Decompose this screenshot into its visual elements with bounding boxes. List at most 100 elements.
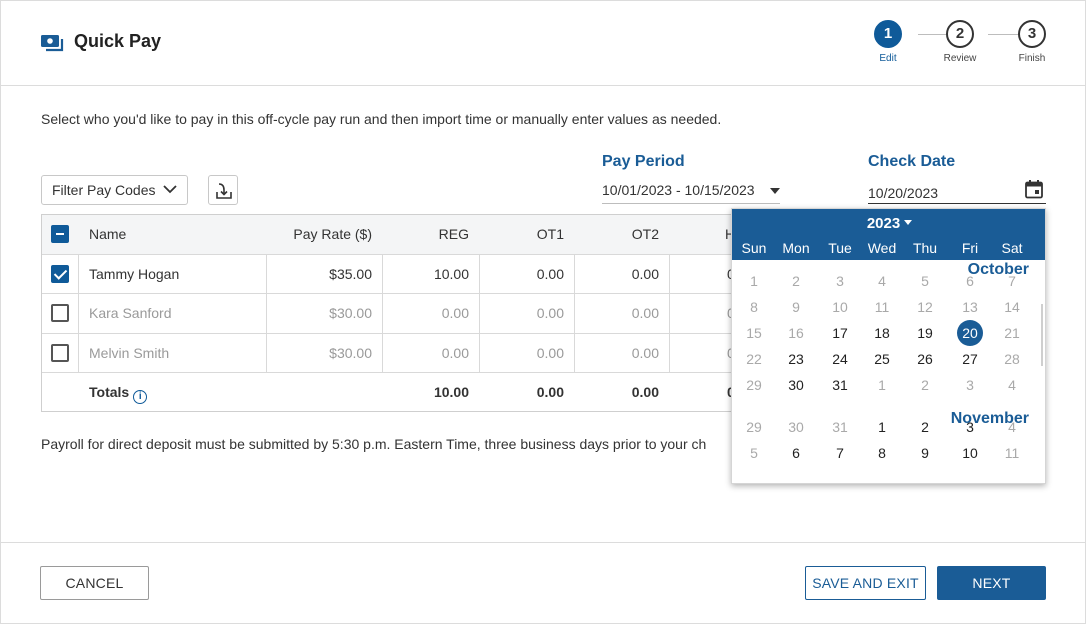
step-number: 3 xyxy=(1018,20,1046,48)
ot2-hours-input[interactable]: 0.00 xyxy=(574,294,669,333)
calendar-day[interactable]: 11 xyxy=(869,294,895,320)
pay-rate-cell: $35.00 xyxy=(329,265,372,282)
calendar-day[interactable]: 14 xyxy=(999,294,1025,320)
column-header-ot2[interactable]: OT2 xyxy=(574,215,669,254)
calendar-day[interactable]: 1 xyxy=(741,268,767,294)
step-finish: 3 Finish xyxy=(1002,20,1062,64)
weekday-label: Sat xyxy=(1001,240,1023,256)
progress-stepper: 1 Edit 2 Review 3 Finish xyxy=(870,20,1080,70)
calendar-scrollbar[interactable] xyxy=(1041,304,1043,366)
column-header-pay-rate[interactable]: Pay Rate ($) xyxy=(266,215,382,254)
pay-table: Name Pay Rate ($) REG OT1 OT2 H Tammy Ho… xyxy=(41,214,741,412)
calendar-day[interactable]: 3 xyxy=(957,372,983,398)
footer-divider xyxy=(0,542,1086,543)
calendar-day[interactable]: 5 xyxy=(912,268,938,294)
row-checkbox[interactable] xyxy=(51,264,69,283)
calendar-day[interactable]: 10 xyxy=(827,294,853,320)
calendar-day[interactable]: 4 xyxy=(999,414,1025,440)
calendar-day[interactable]: 31 xyxy=(827,372,853,398)
table-row: Tammy Hogan $35.00 10.00 0.00 0.00 0 xyxy=(42,255,740,294)
pay-period-value: 10/01/2023 - 10/15/2023 xyxy=(602,182,755,198)
calendar-day[interactable]: 8 xyxy=(869,440,895,466)
check-date-input[interactable] xyxy=(868,178,1046,204)
calendar-day[interactable]: 7 xyxy=(827,440,853,466)
calendar-day[interactable]: 20 xyxy=(957,320,983,346)
row-checkbox[interactable] xyxy=(51,343,69,362)
info-icon[interactable]: i xyxy=(133,390,148,404)
calendar-day[interactable]: 13 xyxy=(957,294,983,320)
calendar-day[interactable]: 2 xyxy=(912,414,938,440)
calendar-day[interactable]: 22 xyxy=(741,346,767,372)
reg-total: 10.00 xyxy=(433,384,469,400)
calendar-day[interactable]: 5 xyxy=(741,440,767,466)
calendar-day[interactable]: 2 xyxy=(783,268,809,294)
column-header-name[interactable]: Name xyxy=(89,215,126,254)
calendar-day[interactable]: 30 xyxy=(783,414,809,440)
calendar-day[interactable]: 24 xyxy=(827,346,853,372)
ot1-hours-input[interactable]: 0.00 xyxy=(479,255,574,294)
calendar-day[interactable]: 29 xyxy=(741,372,767,398)
calendar-day[interactable]: 18 xyxy=(869,320,895,346)
weekday-label: Mon xyxy=(782,240,810,256)
calendar-day[interactable]: 2 xyxy=(912,372,938,398)
calendar-day[interactable]: 28 xyxy=(999,346,1025,372)
column-header-reg[interactable]: REG xyxy=(382,215,479,254)
weekday-label: Sun xyxy=(741,240,767,256)
calendar-day[interactable]: 4 xyxy=(999,372,1025,398)
cancel-button[interactable]: CANCEL xyxy=(40,566,149,600)
calendar-day[interactable]: 25 xyxy=(869,346,895,372)
calendar-day[interactable]: 10 xyxy=(957,440,983,466)
calendar-day[interactable]: 23 xyxy=(783,346,809,372)
reg-hours-input[interactable]: 0.00 xyxy=(382,294,479,333)
calendar-day[interactable]: 16 xyxy=(783,320,809,346)
step-review: 2 Review xyxy=(930,20,990,64)
next-button[interactable]: NEXT xyxy=(937,566,1046,600)
row-checkbox[interactable] xyxy=(51,304,69,322)
calendar-day[interactable]: 30 xyxy=(783,372,809,398)
save-and-exit-button[interactable]: SAVE AND EXIT xyxy=(805,566,926,600)
totals-label: Totals i xyxy=(89,373,148,411)
calendar-day[interactable]: 4 xyxy=(869,268,895,294)
calendar-day[interactable]: 1 xyxy=(869,372,895,398)
calendar-day[interactable]: 9 xyxy=(912,440,938,466)
calendar-day[interactable]: 27 xyxy=(957,346,983,372)
calendar-day[interactable]: 21 xyxy=(999,320,1025,346)
calendar-day[interactable]: 6 xyxy=(783,440,809,466)
calendar-day[interactable]: 1 xyxy=(869,414,895,440)
chevron-down-icon xyxy=(163,185,177,194)
ot1-hours-input[interactable]: 0.00 xyxy=(479,294,574,333)
year-selector[interactable]: 2023 xyxy=(732,215,1045,232)
calendar-day[interactable]: 9 xyxy=(783,294,809,320)
calendar-day[interactable]: 26 xyxy=(912,346,938,372)
calendar-day[interactable]: 7 xyxy=(999,268,1025,294)
caret-down-icon xyxy=(770,188,780,194)
reg-hours-input[interactable]: 0.00 xyxy=(382,334,479,373)
import-time-button[interactable] xyxy=(208,175,238,205)
step-number: 1 xyxy=(874,20,902,48)
calendar-day[interactable]: 17 xyxy=(827,320,853,346)
year-label: 2023 xyxy=(866,215,901,232)
calendar-day[interactable]: 3 xyxy=(827,268,853,294)
calendar-day[interactable]: 6 xyxy=(957,268,983,294)
import-icon xyxy=(216,183,232,199)
calendar-day[interactable]: 3 xyxy=(957,414,983,440)
totals-row: Totalsi 10.00 0.00 0.00 0 xyxy=(42,373,740,411)
calendar-day[interactable]: 8 xyxy=(741,294,767,320)
reg-hours-input[interactable]: 10.00 xyxy=(382,255,479,294)
ot1-hours-input[interactable]: 0.00 xyxy=(479,334,574,373)
pay-period-select[interactable]: 10/01/2023 - 10/15/2023 xyxy=(602,182,780,204)
ot2-hours-input[interactable]: 0.00 xyxy=(574,334,669,373)
calendar-day[interactable]: 19 xyxy=(912,320,938,346)
select-all-checkbox[interactable] xyxy=(51,225,69,243)
money-icon xyxy=(41,35,64,52)
pay-rate-cell: $30.00 xyxy=(329,344,372,361)
calendar-day[interactable]: 31 xyxy=(827,414,853,440)
calendar-day[interactable]: 29 xyxy=(741,414,767,440)
calendar-day[interactable]: 12 xyxy=(912,294,938,320)
calendar-icon[interactable] xyxy=(1024,179,1044,199)
ot2-hours-input[interactable]: 0.00 xyxy=(574,255,669,294)
calendar-day[interactable]: 11 xyxy=(999,440,1025,466)
filter-pay-codes-dropdown[interactable]: Filter Pay Codes xyxy=(41,175,188,205)
column-header-ot1[interactable]: OT1 xyxy=(479,215,574,254)
calendar-day[interactable]: 15 xyxy=(741,320,767,346)
